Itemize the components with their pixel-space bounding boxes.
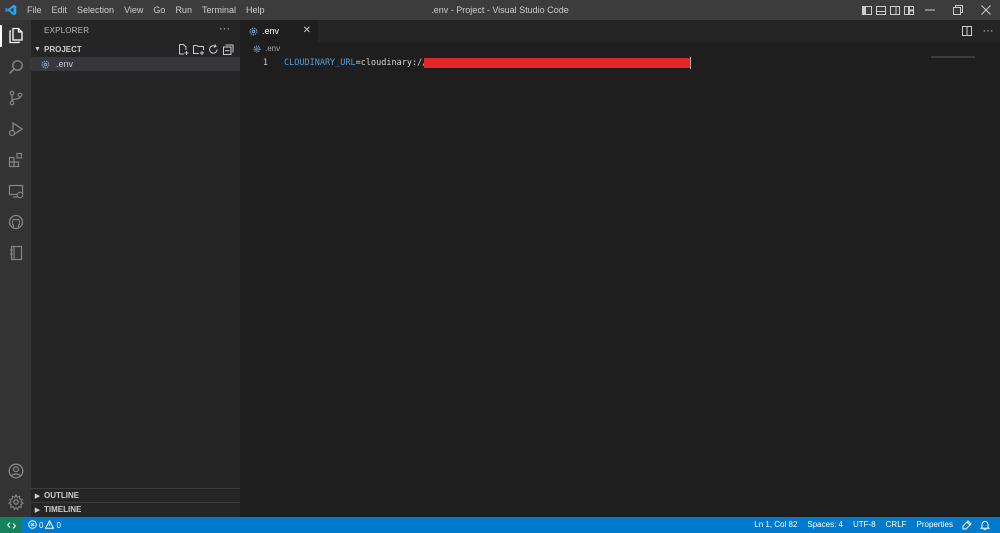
gear-icon — [249, 27, 259, 36]
env-key: CLOUDINARY_URL — [284, 58, 356, 68]
toggle-panel-button[interactable] — [874, 0, 888, 20]
indentation[interactable]: Spaces: 4 — [802, 517, 848, 533]
redaction-bar — [424, 58, 690, 68]
warning-icon — [45, 519, 55, 531]
breadcrumb-file[interactable]: .env — [265, 44, 280, 53]
vscode-logo-icon — [0, 0, 22, 20]
error-count: 0 — [39, 520, 44, 530]
more-actions-icon[interactable]: ··· — [976, 20, 1000, 42]
timeline-section-label: TIMELINE — [44, 505, 82, 514]
customize-layout-button[interactable] — [902, 0, 916, 20]
tab-label: .env — [262, 26, 280, 36]
explorer-files-icon[interactable] — [0, 20, 31, 51]
collapse-all-icon[interactable] — [221, 42, 236, 56]
close-tab-icon[interactable]: ✕ — [303, 25, 311, 36]
chevron-down-icon: ▼ — [34, 45, 41, 53]
chevron-right-icon: ▶ — [34, 506, 41, 514]
notifications-bell-icon[interactable] — [976, 517, 994, 533]
toggle-secondary-sidebar-button[interactable] — [888, 0, 902, 20]
menu-run[interactable]: Run — [170, 0, 197, 20]
menu-bar: File Edit Selection View Go Run Terminal… — [22, 0, 269, 20]
tab-env[interactable]: .env ✕ — [240, 20, 318, 42]
code-line: 1 CLOUDINARY_URL=cloudinary:// — [240, 57, 1000, 69]
env-value: cloudinary:// — [360, 58, 428, 68]
outline-section-label: OUTLINE — [44, 491, 80, 500]
new-file-icon[interactable] — [176, 42, 191, 56]
toggle-primary-sidebar-button[interactable] — [860, 0, 874, 20]
warning-count: 0 — [56, 520, 61, 530]
project-section-header[interactable]: ▼ PROJECT — [31, 42, 240, 56]
gear-icon — [253, 44, 261, 53]
new-folder-icon[interactable] — [191, 42, 206, 56]
run-debug-icon[interactable] — [0, 113, 31, 144]
menu-selection[interactable]: Selection — [72, 0, 119, 20]
status-bar: 0 0 Ln 1, Col 82 Spaces: 4 UTF-8 CRLF Pr… — [0, 517, 1000, 533]
code-editor[interactable]: 1 CLOUDINARY_URL=cloudinary:// — [240, 57, 1000, 69]
source-control-icon[interactable] — [0, 82, 31, 113]
remote-explorer-icon[interactable] — [0, 175, 31, 206]
menu-edit[interactable]: Edit — [47, 0, 73, 20]
restore-button[interactable] — [944, 0, 972, 20]
line-text: CLOUDINARY_URL=cloudinary:// — [284, 57, 427, 69]
file-name: .env — [56, 59, 74, 69]
file-tree-item-env[interactable]: .env — [31, 57, 240, 71]
end-of-line[interactable]: CRLF — [881, 517, 912, 533]
line-number: 1 — [262, 58, 268, 68]
breadcrumb: .env — [253, 44, 280, 53]
remote-indicator-icon[interactable] — [0, 517, 22, 533]
search-icon[interactable] — [0, 51, 31, 82]
gear-icon — [41, 60, 53, 69]
menu-file[interactable]: File — [22, 0, 47, 20]
activity-bar — [0, 20, 31, 517]
menu-help[interactable]: Help — [241, 0, 270, 20]
github-icon[interactable] — [0, 206, 31, 237]
title-bar: File Edit Selection View Go Run Terminal… — [0, 0, 1000, 20]
explorer-title: EXPLORER — [44, 26, 90, 35]
encoding[interactable]: UTF-8 — [848, 517, 881, 533]
explorer-more-actions-button[interactable]: ··· — [219, 23, 230, 35]
cursor-position[interactable]: Ln 1, Col 82 — [749, 517, 802, 533]
editor-tabs: .env ✕ ··· — [240, 20, 1000, 42]
editor-area: .env ✕ ··· .env 1 CLOUDINARY_URL=cloudin… — [240, 20, 1000, 517]
close-window-button[interactable] — [972, 0, 1000, 20]
minimize-button[interactable] — [916, 0, 944, 20]
text-cursor — [690, 57, 691, 69]
split-editor-icon[interactable] — [958, 20, 976, 42]
refresh-icon[interactable] — [206, 42, 221, 56]
menu-go[interactable]: Go — [148, 0, 170, 20]
language-mode[interactable]: Properties — [912, 517, 958, 533]
outline-section-header[interactable]: ▶ OUTLINE — [31, 488, 240, 502]
error-icon — [28, 519, 37, 531]
project-section-label: PROJECT — [44, 44, 82, 54]
notebook-icon[interactable] — [0, 237, 31, 268]
extensions-icon[interactable] — [0, 144, 31, 175]
menu-view[interactable]: View — [119, 0, 148, 20]
explorer-sidebar: EXPLORER ··· ▼ PROJECT .env ▶ OUTLINE ▶ … — [31, 20, 240, 517]
feedback-icon[interactable] — [958, 517, 976, 533]
problems-indicator[interactable]: 0 0 — [28, 517, 61, 533]
manage-gear-icon[interactable] — [0, 486, 31, 517]
account-icon[interactable] — [0, 455, 31, 486]
menu-terminal[interactable]: Terminal — [197, 0, 241, 20]
chevron-right-icon: ▶ — [34, 492, 41, 500]
timeline-section-header[interactable]: ▶ TIMELINE — [31, 502, 240, 516]
